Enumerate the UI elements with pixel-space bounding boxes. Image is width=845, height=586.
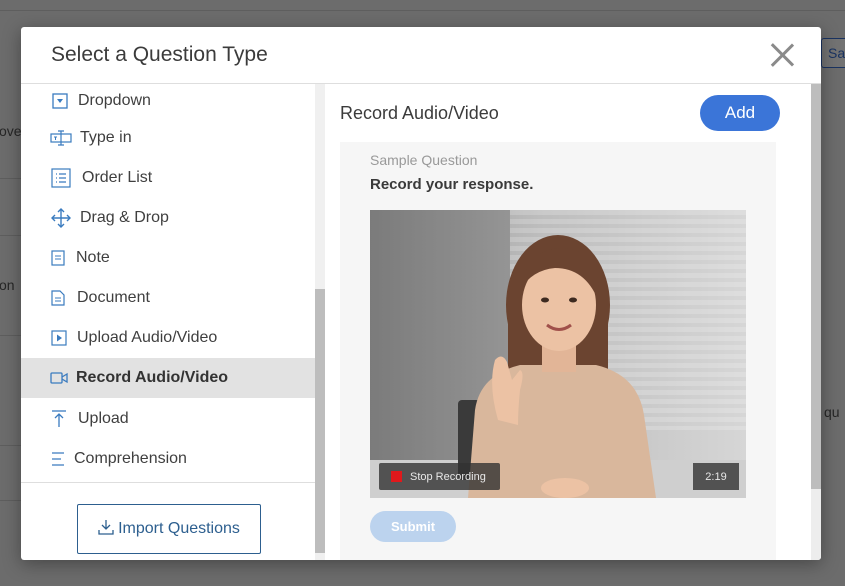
question-type-upload[interactable]: Upload bbox=[21, 398, 315, 439]
comprehension-icon bbox=[50, 449, 66, 469]
submit-button[interactable]: Submit bbox=[370, 511, 456, 542]
sample-question-card: Sample Question Record your response. St… bbox=[340, 142, 776, 560]
question-type-label: Document bbox=[77, 289, 150, 306]
question-type-label: Comprehension bbox=[74, 450, 187, 467]
question-type-type-in[interactable]: Type in bbox=[21, 118, 315, 158]
right-scrollbar-thumb[interactable] bbox=[811, 84, 821, 489]
question-type-record-audio-video[interactable]: Record Audio/Video bbox=[21, 358, 315, 398]
question-type-label: Record Audio/Video bbox=[76, 369, 229, 386]
question-type-label: Type in bbox=[80, 129, 132, 146]
question-type-note[interactable]: Note bbox=[21, 238, 315, 278]
video-preview: Stop Recording 2:19 bbox=[370, 210, 746, 498]
add-button[interactable]: Add bbox=[700, 95, 780, 131]
import-questions-label: Import Questions bbox=[118, 520, 240, 537]
modal-title: Select a Question Type bbox=[51, 43, 268, 66]
type-in-icon bbox=[50, 128, 72, 148]
stop-recording-button[interactable]: Stop Recording bbox=[379, 463, 500, 490]
question-type-panel: Dropdown Type in Order List Drag & Drop bbox=[21, 84, 315, 560]
record-stop-icon bbox=[391, 471, 402, 482]
preview-title: Record Audio/Video bbox=[340, 103, 499, 123]
question-type-label: Dropdown bbox=[78, 92, 151, 109]
recording-timer: 2:19 bbox=[693, 463, 739, 490]
modal-header: Select a Question Type bbox=[21, 27, 821, 84]
video-frame-image bbox=[370, 210, 746, 498]
import-questions-button[interactable]: Import Questions bbox=[77, 504, 261, 554]
upload-audio-video-icon bbox=[50, 328, 68, 348]
question-type-drag-drop[interactable]: Drag & Drop bbox=[21, 198, 315, 238]
question-type-list: Dropdown Type in Order List Drag & Drop bbox=[21, 84, 315, 482]
document-icon bbox=[50, 288, 66, 308]
sample-question-label: Sample Question bbox=[370, 152, 478, 168]
question-type-modal: Select a Question Type Dropdown Type in bbox=[21, 27, 821, 560]
question-type-label: Upload bbox=[78, 409, 129, 427]
question-type-comprehension[interactable]: Comprehension bbox=[21, 439, 315, 479]
preview-panel: Record Audio/Video Add Sample Question R… bbox=[325, 84, 811, 560]
note-icon bbox=[50, 248, 66, 268]
stop-recording-label: Stop Recording bbox=[410, 470, 486, 483]
drag-drop-icon bbox=[50, 208, 72, 228]
upload-icon bbox=[50, 409, 68, 429]
panel-divider bbox=[21, 482, 315, 483]
dropdown-icon bbox=[50, 91, 70, 111]
question-type-label: Order List bbox=[82, 169, 153, 186]
question-type-upload-audio-video[interactable]: Upload Audio/Video bbox=[21, 318, 315, 358]
close-icon[interactable] bbox=[769, 42, 795, 68]
left-scrollbar-thumb[interactable] bbox=[315, 289, 325, 553]
record-audio-video-icon bbox=[50, 368, 68, 388]
question-type-dropdown[interactable]: Dropdown bbox=[21, 84, 315, 118]
order-list-icon bbox=[50, 168, 72, 188]
sample-question-text: Record your response. bbox=[370, 176, 534, 193]
question-type-label: Note bbox=[76, 249, 110, 266]
question-type-document[interactable]: Document bbox=[21, 278, 315, 318]
question-type-label: Upload Audio/Video bbox=[77, 329, 218, 346]
question-type-order-list[interactable]: Order List bbox=[21, 158, 315, 198]
download-icon bbox=[98, 519, 118, 540]
question-type-label: Drag & Drop bbox=[80, 209, 169, 226]
